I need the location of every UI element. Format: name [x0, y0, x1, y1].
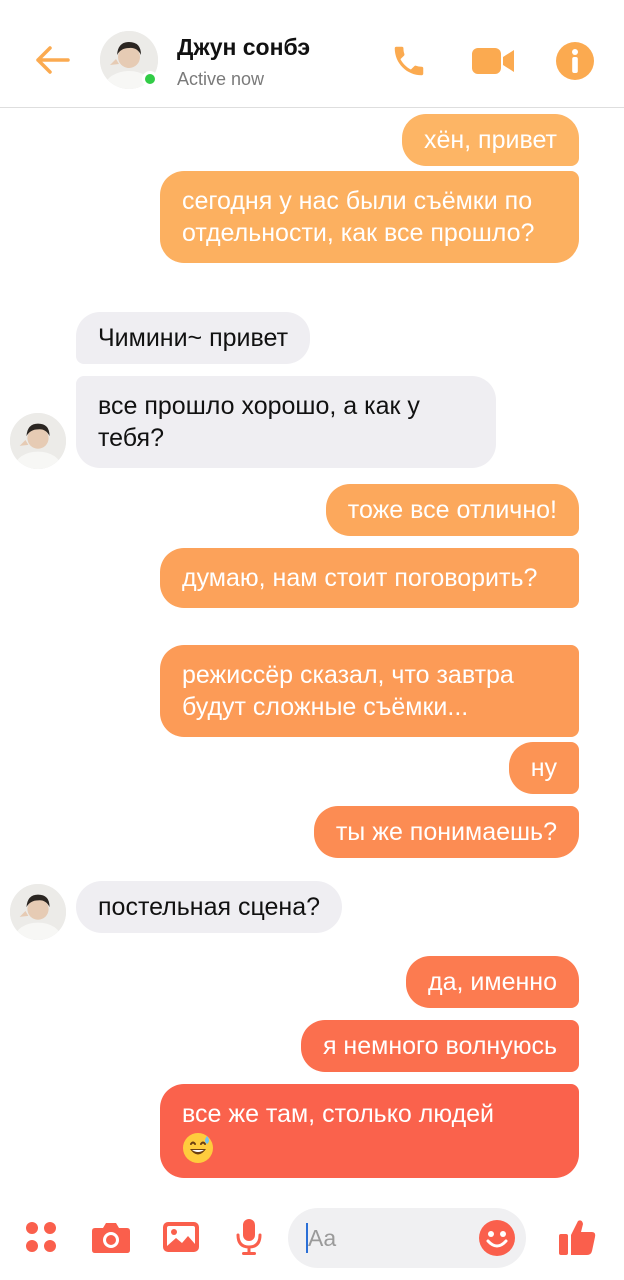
- gallery-icon: [163, 1222, 199, 1252]
- contact-name[interactable]: Джун сонбэ: [177, 34, 310, 61]
- outgoing-message[interactable]: да, именно: [406, 956, 579, 1008]
- back-arrow-icon: [36, 46, 70, 74]
- microphone-icon: [236, 1219, 262, 1255]
- contact-avatar-small[interactable]: [10, 884, 66, 940]
- message-text: все же там, столько людей: [182, 1100, 495, 1128]
- emoji-button[interactable]: [476, 1217, 518, 1259]
- apps-icon: [26, 1222, 56, 1252]
- outgoing-message[interactable]: ты же понимаешь?: [313, 806, 579, 858]
- online-indicator: [142, 71, 158, 87]
- outgoing-message[interactable]: думаю, нам стоит поговорить?: [160, 548, 579, 608]
- thumbs-up-icon: [559, 1220, 596, 1255]
- like-button[interactable]: [556, 1216, 598, 1258]
- message-input[interactable]: [308, 1222, 468, 1254]
- call-button[interactable]: [388, 40, 430, 82]
- contact-avatar[interactable]: [100, 31, 158, 89]
- phone-icon: [394, 46, 424, 76]
- info-icon: [556, 42, 594, 80]
- chat-header: Джун сонбэ Active now: [0, 0, 624, 108]
- back-button[interactable]: [30, 40, 74, 80]
- outgoing-message[interactable]: ну: [508, 742, 579, 794]
- incoming-message[interactable]: все прошло хорошо, а как у тебя?: [76, 376, 496, 468]
- contact-avatar-small[interactable]: [10, 413, 66, 469]
- video-call-button[interactable]: [470, 40, 516, 82]
- emoji-icon: [479, 1220, 515, 1256]
- sweat-smile-emoji-icon: [183, 1133, 213, 1164]
- outgoing-message[interactable]: режиссёр сказал, что завтра будут сложны…: [160, 645, 579, 737]
- active-status: Active now: [177, 69, 265, 89]
- outgoing-message[interactable]: хён, привет: [401, 114, 579, 166]
- gallery-button[interactable]: [160, 1216, 202, 1258]
- incoming-message[interactable]: постельная сцена?: [76, 881, 343, 933]
- outgoing-message[interactable]: я немного волнуюсь: [300, 1020, 579, 1072]
- outgoing-message[interactable]: сегодня у нас были съёмки по отдельности…: [160, 171, 579, 263]
- message-list[interactable]: хён, привет сегодня у нас были съёмки по…: [0, 108, 624, 1196]
- camera-icon: [92, 1223, 130, 1253]
- composer-bar: [0, 1196, 624, 1280]
- camera-button[interactable]: [90, 1216, 132, 1258]
- apps-button[interactable]: [20, 1216, 62, 1258]
- voice-message-button[interactable]: [228, 1216, 270, 1258]
- outgoing-message[interactable]: все же там, столько людей: [160, 1084, 579, 1179]
- message-composer[interactable]: [288, 1208, 526, 1268]
- incoming-message[interactable]: Чимини~ привет: [76, 312, 311, 364]
- video-icon: [472, 48, 514, 74]
- outgoing-message[interactable]: тоже все отлично!: [325, 484, 579, 536]
- info-button[interactable]: [554, 40, 596, 82]
